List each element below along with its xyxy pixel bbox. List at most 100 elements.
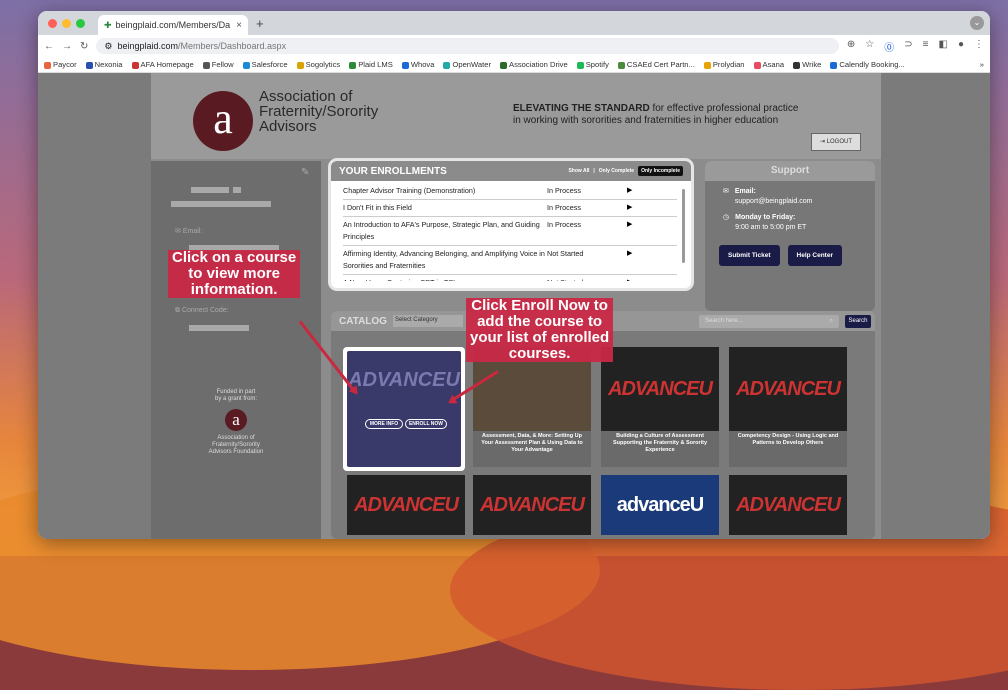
help-center-button[interactable]: Help Center xyxy=(787,245,842,266)
bookmarks-overflow-button[interactable]: » xyxy=(980,60,984,69)
profile-sidebar: ✎ ✉ Email: ⧉ Connect Code: Funded in par… xyxy=(151,161,321,539)
plaid-favicon-icon: ✚ xyxy=(104,19,112,30)
course-card[interactable]: ADVANCEU Building a Culture of Assessmen… xyxy=(601,347,719,467)
course-status: Not Started xyxy=(547,277,627,281)
bookmark-favicon-icon xyxy=(349,61,357,69)
bookmark-item[interactable]: Paycor xyxy=(44,60,77,69)
course-name[interactable]: A New Hope: Centering CPT in FSL xyxy=(343,277,547,281)
course-status: Not Started xyxy=(547,249,584,258)
redacted-code xyxy=(189,325,249,331)
course-card[interactable]: ADVANCEU xyxy=(729,475,847,535)
bookmark-favicon-icon xyxy=(617,61,625,69)
zoom-icon[interactable]: ⊕ xyxy=(847,39,855,54)
enrollments-scrollbar[interactable] xyxy=(682,189,685,263)
bookmark-item[interactable]: Asana xyxy=(753,60,784,69)
enrollment-row[interactable]: A New Hope: Centering CPT in FSLNot Star… xyxy=(343,275,677,281)
filter-only-incomplete[interactable]: Only Incomplete xyxy=(638,166,683,176)
bookmark-favicon-icon xyxy=(576,61,584,69)
filter-show-all[interactable]: Show All xyxy=(568,168,589,174)
window-controls[interactable] xyxy=(48,19,85,28)
bookmark-favicon-icon xyxy=(296,61,304,69)
course-name[interactable]: Affirming Identity, Advancing Belonging,… xyxy=(343,248,547,272)
site-info-icon[interactable]: ⚙ xyxy=(104,41,112,52)
catalog-title: CATALOG xyxy=(339,315,387,327)
bookmark-item[interactable]: Plaid LMS xyxy=(349,60,393,69)
enrollment-row[interactable]: Chapter Advisor Training (Demonstration)… xyxy=(343,183,677,200)
bookmark-item[interactable]: Prolydian xyxy=(703,60,745,69)
course-card[interactable]: ADVANCEU xyxy=(347,475,465,535)
bookmark-item[interactable]: Wrike xyxy=(793,60,821,69)
side-panel-icon[interactable]: ◧ xyxy=(939,39,948,54)
enrollment-row[interactable]: An Introduction to AFA's Purpose, Strate… xyxy=(343,217,677,246)
play-icon[interactable]: ▶ xyxy=(627,248,641,272)
active-tab[interactable]: ✚ beingplaid.com/Members/Da × xyxy=(98,15,248,35)
forward-icon[interactable]: → xyxy=(62,41,72,52)
tab-bar: ✚ beingplaid.com/Members/Da × + ⌄ xyxy=(38,11,990,35)
course-status: In Process xyxy=(547,186,581,195)
bookmark-item[interactable]: Calendly Booking... xyxy=(830,60,905,69)
course-card-selected[interactable]: ADVANCEU MORE INFO ENROLL NOW xyxy=(343,347,465,471)
bookmark-item[interactable]: Nexonia xyxy=(85,60,123,69)
play-icon[interactable]: ▶ xyxy=(627,219,641,243)
filter-only-complete[interactable]: Only Complete xyxy=(599,168,634,174)
close-tab-icon[interactable]: × xyxy=(236,20,242,31)
address-input[interactable]: ⚙ beingplaid.com/Members/Dashboard.aspx xyxy=(96,38,839,54)
reload-icon[interactable]: ↻ xyxy=(80,41,88,52)
bookmark-item[interactable]: Salesforce xyxy=(242,60,288,69)
enrollment-row[interactable]: Affirming Identity, Advancing Belonging,… xyxy=(343,246,677,275)
advanceu-logo: advanceU xyxy=(601,475,719,535)
course-card[interactable]: ADVANCEU xyxy=(473,475,591,535)
play-icon[interactable]: ▶ xyxy=(627,185,641,197)
bookmark-favicon-icon xyxy=(703,61,711,69)
course-status: In Process xyxy=(547,203,581,212)
play-icon[interactable]: ▶ xyxy=(627,202,641,214)
afa-logo[interactable]: a xyxy=(193,91,253,151)
more-info-button[interactable]: MORE INFO xyxy=(365,419,403,429)
course-card[interactable]: advanceU xyxy=(601,475,719,535)
reading-list-icon[interactable]: ≡ xyxy=(923,39,929,54)
course-card[interactable]: ADVANCEU Competency Design - Using Logic… xyxy=(729,347,847,467)
minimize-window-button[interactable] xyxy=(62,19,71,28)
bookmark-item[interactable]: Spotify xyxy=(576,60,609,69)
bookmark-item[interactable]: OpenWater xyxy=(443,60,491,69)
bookmark-favicon-icon xyxy=(44,61,51,69)
course-name[interactable]: I Don't Fit in this Field xyxy=(343,202,547,214)
catalog-search-input[interactable]: Search here... ⌕ xyxy=(699,315,839,328)
course-name[interactable]: An Introduction to AFA's Purpose, Strate… xyxy=(343,219,547,243)
zoom-window-button[interactable] xyxy=(76,19,85,28)
new-tab-button[interactable]: + xyxy=(256,16,264,31)
bookmark-item[interactable]: Sogolytics xyxy=(296,60,340,69)
bookmark-item[interactable]: Whova xyxy=(401,60,434,69)
tagline: ELEVATING THE STANDARD for effective pro… xyxy=(513,103,799,126)
course-name[interactable]: Chapter Advisor Training (Demonstration) xyxy=(343,185,547,197)
logout-button[interactable]: ⇥ LOGOUT xyxy=(811,133,861,151)
tab-search-icon[interactable]: ⌄ xyxy=(970,16,984,30)
category-select[interactable]: Select Category xyxy=(392,315,463,327)
enrollments-panel: YOUR ENROLLMENTS Show All | Only Complete… xyxy=(331,161,691,288)
bookmark-star-icon[interactable]: ☆ xyxy=(865,39,874,54)
close-window-button[interactable] xyxy=(48,19,57,28)
extensions-puzzle-icon[interactable]: ⊃ xyxy=(904,39,912,54)
extension-icon[interactable]: ⓪ xyxy=(884,39,894,54)
back-icon[interactable]: ← xyxy=(44,41,54,52)
enrollment-row[interactable]: I Don't Fit in this Field In Process ▶ xyxy=(343,200,677,217)
foundation-logo: a xyxy=(225,409,247,431)
menu-kebab-icon[interactable]: ⋮ xyxy=(974,39,984,54)
search-button[interactable]: Search xyxy=(845,315,871,328)
submit-ticket-button[interactable]: Submit Ticket xyxy=(719,245,780,266)
enroll-now-button[interactable]: ENROLL NOW xyxy=(405,419,447,429)
bookmark-item[interactable]: Fellow xyxy=(202,60,234,69)
profile-avatar-icon[interactable]: ● xyxy=(958,39,964,54)
search-icon: ⌕ xyxy=(829,318,833,324)
course-card[interactable]: Assessment, Data, & More: Setting Up You… xyxy=(473,347,591,467)
email-label: Email: xyxy=(182,228,203,235)
advanceu-logo: ADVANCEU xyxy=(729,475,847,535)
bookmark-favicon-icon xyxy=(753,61,761,69)
redacted-name xyxy=(191,187,229,193)
bookmark-item[interactable]: Association Drive xyxy=(500,60,568,69)
support-email[interactable]: support@beingplaid.com xyxy=(735,198,813,205)
play-icon[interactable]: ▶ xyxy=(627,277,641,281)
edit-profile-icon[interactable]: ✎ xyxy=(301,167,309,178)
bookmark-item[interactable]: AFA Homepage xyxy=(131,60,194,69)
bookmark-item[interactable]: CSAEd Cert Partn... xyxy=(617,60,695,69)
